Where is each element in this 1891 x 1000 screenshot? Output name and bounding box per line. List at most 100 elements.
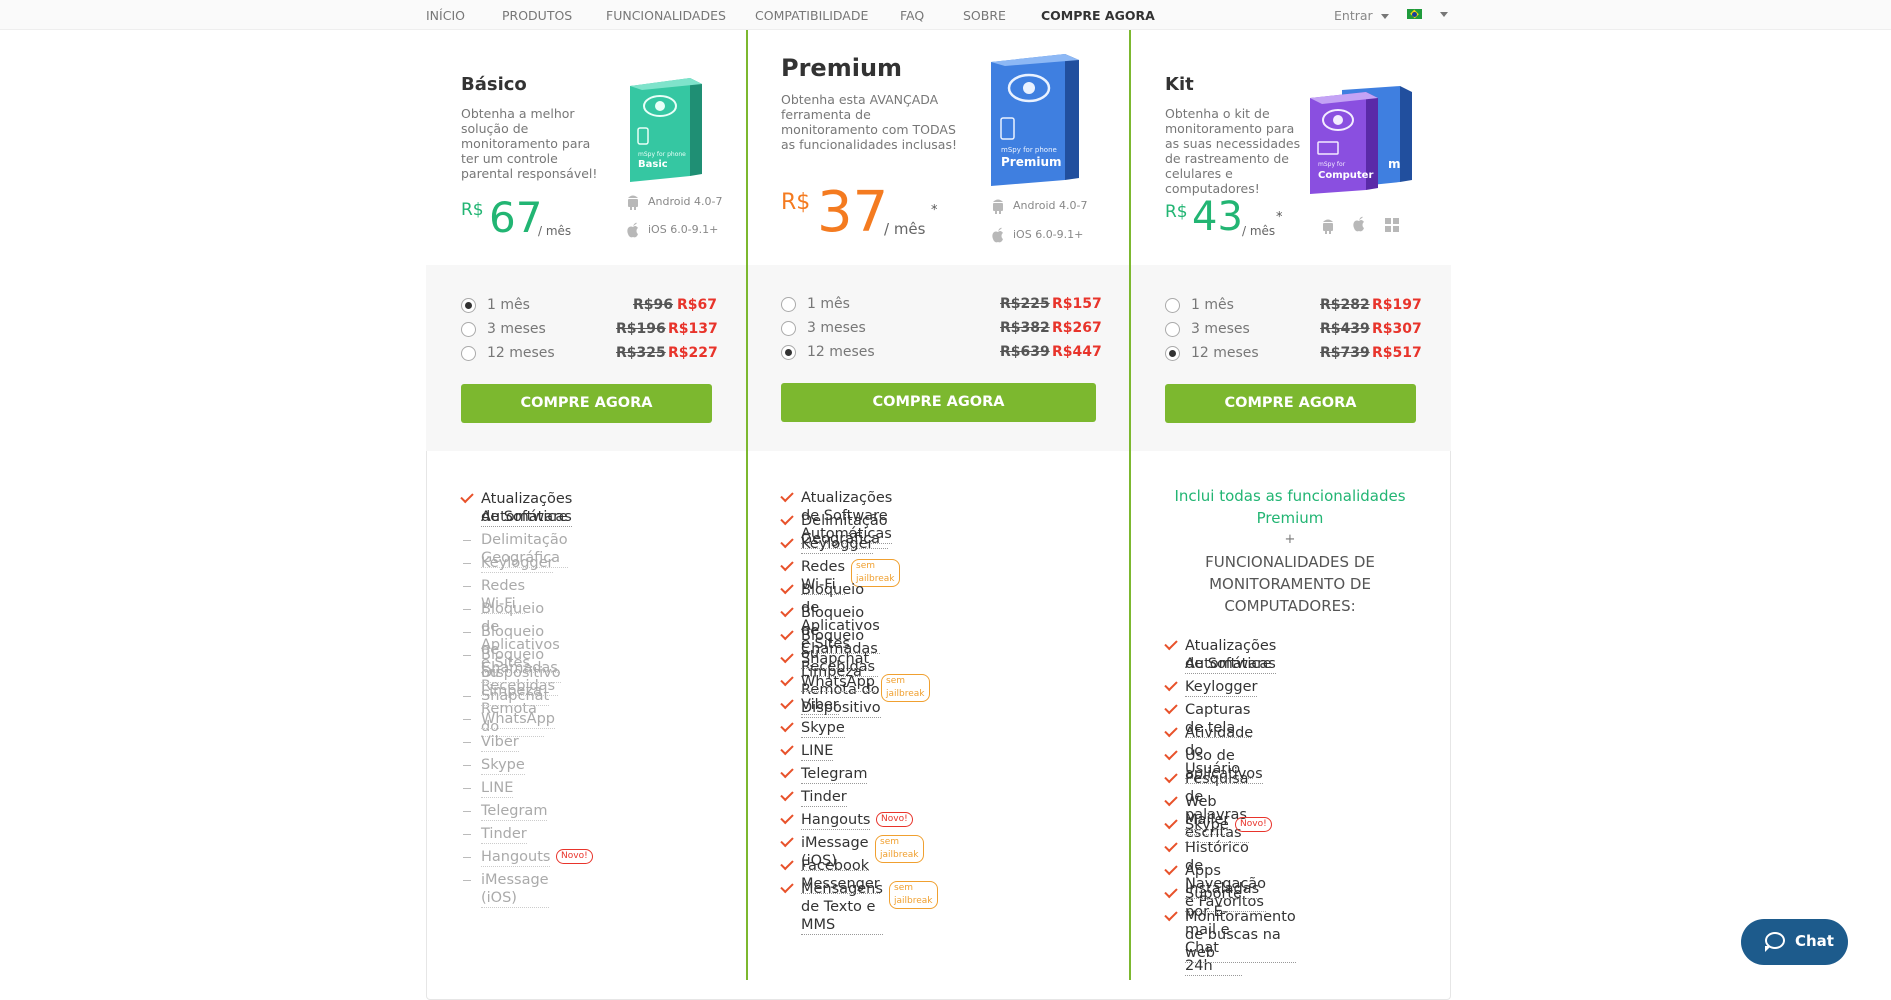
- premium-buy-button[interactable]: COMPRE AGORA: [781, 383, 1096, 422]
- nav-link-faq[interactable]: FAQ: [900, 8, 924, 23]
- dash-icon: [463, 788, 471, 789]
- radio-button[interactable]: [781, 297, 796, 312]
- dash-icon: [463, 742, 471, 743]
- feature-label[interactable]: Snapchat: [801, 650, 870, 669]
- chevron-down-icon: [1380, 14, 1389, 19]
- plan-title: Kit: [1165, 74, 1194, 95]
- nav-link-compre-agora[interactable]: COMPRE AGORA: [1041, 8, 1155, 23]
- svg-text:mSpy for phone: mSpy for phone: [638, 151, 686, 158]
- feature-label[interactable]: LINE: [801, 742, 834, 761]
- feature-label[interactable]: Viber: [801, 696, 839, 715]
- option-3-months[interactable]: 3 meses R$382 R$267: [781, 320, 1102, 340]
- dash-icon: [463, 696, 471, 697]
- ios-compat: iOS 6.0-9.1+: [626, 222, 718, 238]
- nav-link-funcionalidades[interactable]: FUNCIONALIDADES: [606, 8, 726, 23]
- no-jailbreak-badge: sem jailbreak: [875, 835, 924, 863]
- feature-label[interactable]: Telegram: [481, 802, 548, 821]
- feature-label[interactable]: LINE: [481, 779, 514, 798]
- price-amount: 37: [817, 180, 889, 245]
- radio-button[interactable]: [781, 345, 796, 360]
- plan-description: Obtenha esta AVANÇADA ferramenta de monito…: [781, 92, 957, 152]
- dash-icon: [463, 563, 471, 564]
- dash-icon: [463, 880, 471, 881]
- price-asterisk: *: [931, 203, 938, 218]
- option-1-month[interactable]: 1 mês R$282 R$197: [1165, 297, 1422, 317]
- feature-label-line2[interactable]: Automáticas: [1185, 655, 1276, 674]
- android-icon: [993, 199, 1003, 214]
- nav-link-sobre[interactable]: SOBRE: [963, 8, 1006, 23]
- feature-label[interactable]: Tinder: [801, 788, 847, 807]
- price-asterisk: *: [1276, 210, 1283, 225]
- no-jailbreak-badge: sem jailbreak: [881, 674, 930, 702]
- feature-label[interactable]: Skype: [801, 719, 845, 738]
- feature-label[interactable]: Monitoramento de buscas na web: [1185, 908, 1296, 963]
- dash-icon: [463, 540, 471, 541]
- dash-icon: [463, 811, 471, 812]
- nav-link-produtos[interactable]: PRODUTOS: [502, 8, 572, 23]
- option-3-months[interactable]: 3 meses R$196 R$137: [461, 321, 718, 341]
- price-period: / mês: [1242, 224, 1276, 238]
- feature-label-line2[interactable]: Automáticas: [481, 508, 572, 527]
- login-dropdown[interactable]: Entrar: [1334, 8, 1389, 23]
- option-12-months[interactable]: 12 meses R$639 R$447: [781, 344, 1102, 364]
- radio-button[interactable]: [1165, 322, 1180, 337]
- basic-buy-button[interactable]: COMPRE AGORA: [461, 384, 712, 423]
- option-1-month[interactable]: 1 mês R$96 R$67: [461, 297, 717, 317]
- radio-button[interactable]: [781, 321, 796, 336]
- option-3-months[interactable]: 3 meses R$439 R$307: [1165, 321, 1422, 341]
- dash-icon: [463, 719, 471, 720]
- android-compat: Android 4.0-7: [991, 198, 1088, 214]
- feature-label[interactable]: Keylogger: [481, 554, 554, 573]
- android-icon: [628, 195, 638, 210]
- nav-link-compatibilidade[interactable]: COMPATIBILIDADE: [755, 8, 868, 23]
- feature-label[interactable]: Telegram: [801, 765, 868, 784]
- feature-label-line2[interactable]: Dispositivo: [481, 664, 561, 683]
- feature-label[interactable]: iMessage (iOS): [481, 871, 549, 908]
- premium-product-box-image: mSpy for phone Premium: [991, 54, 1079, 186]
- kit-buy-button[interactable]: COMPRE AGORA: [1165, 384, 1416, 423]
- new-badge: Novo!: [876, 812, 913, 827]
- radio-button[interactable]: [461, 298, 476, 313]
- feature-label[interactable]: Keylogger: [1185, 678, 1258, 697]
- feature-label[interactable]: Skype: [1185, 816, 1229, 835]
- windows-icon: [1385, 218, 1399, 232]
- feature-label[interactable]: Viber: [481, 733, 519, 752]
- android-compat: Android 4.0-7: [626, 194, 723, 210]
- svg-text:mSpy for: mSpy for: [1318, 161, 1346, 168]
- basic-product-box-image: mSpy for phone Basic: [630, 78, 702, 182]
- dash-icon: [463, 765, 471, 766]
- feature-label[interactable]: Hangouts: [801, 811, 871, 830]
- brazil-flag-icon[interactable]: [1407, 9, 1422, 19]
- option-12-months[interactable]: 12 meses R$325 R$227: [461, 345, 718, 365]
- apple-icon: [1353, 216, 1364, 232]
- price-currency: R$: [781, 190, 811, 215]
- feature-label[interactable]: Skype: [481, 756, 525, 775]
- feature-label[interactable]: WhatsApp: [801, 673, 875, 692]
- kit-intro: Inclui todas as funcionalidades Premium …: [1174, 487, 1406, 615]
- plan-title: Premium: [781, 54, 903, 82]
- new-badge: Novo!: [556, 849, 593, 864]
- new-badge: Novo!: [1235, 817, 1272, 832]
- chevron-down-icon[interactable]: [1440, 12, 1448, 17]
- feature-label[interactable]: Hangouts: [481, 848, 551, 867]
- option-12-months[interactable]: 12 meses R$739 R$517: [1165, 345, 1422, 365]
- dash-icon: [463, 857, 471, 858]
- dash-icon: [463, 655, 471, 656]
- price-currency: R$: [461, 200, 484, 220]
- nav-link-inicio[interactable]: INÍCIO: [426, 8, 465, 23]
- chat-button[interactable]: Chat: [1741, 919, 1848, 965]
- svg-text:Premium: Premium: [1001, 155, 1062, 169]
- feature-label[interactable]: WhatsApp: [481, 710, 555, 729]
- radio-button[interactable]: [461, 346, 476, 361]
- feature-label[interactable]: Snapchat: [481, 687, 550, 706]
- dash-icon: [463, 632, 471, 633]
- radio-button[interactable]: [461, 322, 476, 337]
- radio-button[interactable]: [1165, 346, 1180, 361]
- android-icon: [1323, 219, 1333, 234]
- feature-label[interactable]: Tinder: [481, 825, 527, 844]
- radio-button[interactable]: [1165, 298, 1180, 313]
- feature-label[interactable]: Keylogger: [801, 535, 874, 554]
- svg-text:mSpy for phone: mSpy for phone: [1001, 146, 1057, 154]
- feature-label[interactable]: Mensagens de Texto e MMS: [801, 880, 883, 935]
- option-1-month[interactable]: 1 mês R$225 R$157: [781, 296, 1102, 316]
